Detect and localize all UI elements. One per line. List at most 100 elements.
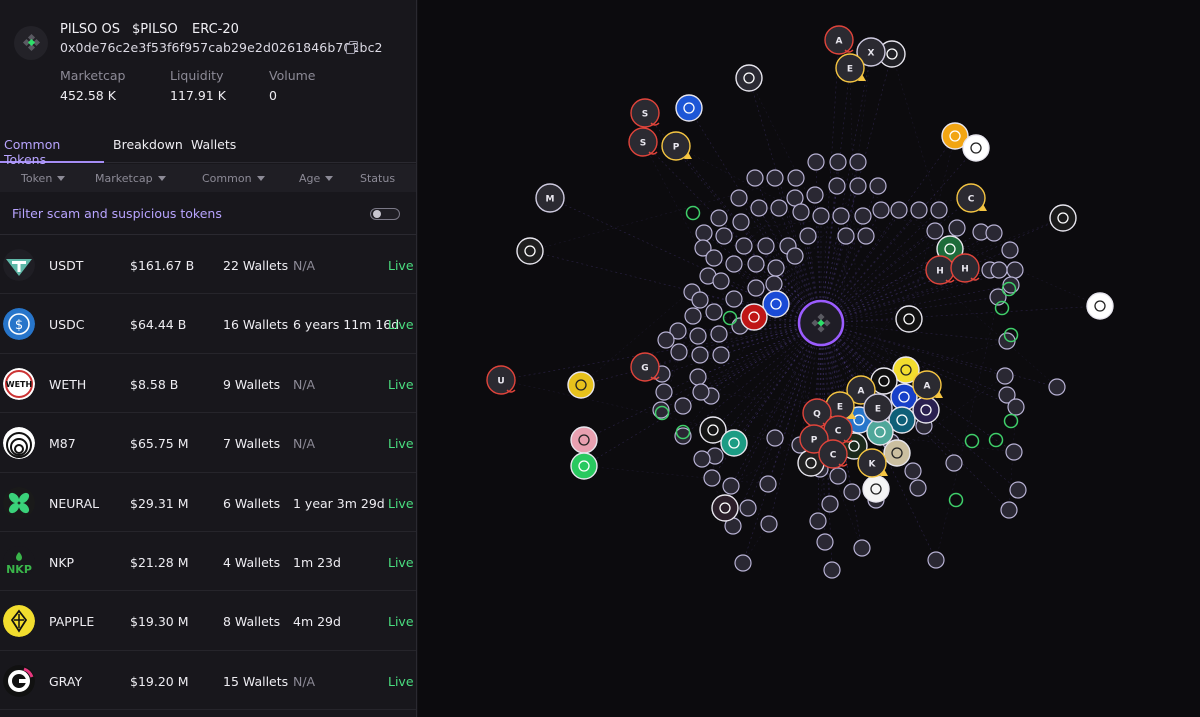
- token-node[interactable]: G: [630, 352, 660, 382]
- tab-wallets[interactable]: Wallets: [191, 130, 236, 163]
- wallet-bubble[interactable]: [674, 397, 692, 415]
- wallet-bubble[interactable]: [945, 454, 963, 472]
- wallet-bubble[interactable]: [821, 495, 839, 513]
- wallet-bubble[interactable]: [725, 255, 743, 273]
- stack-token-icon[interactable]: [711, 494, 739, 522]
- copy-icon[interactable]: [346, 41, 358, 54]
- wallet-bubble[interactable]: [670, 343, 688, 361]
- wallet-bubble[interactable]: [766, 169, 784, 187]
- token-node[interactable]: C: [818, 439, 848, 469]
- wallet-bubble[interactable]: [657, 331, 675, 349]
- token-address[interactable]: 0x0de76c2e3f53f6f957cab29e2d0261846b702b…: [60, 40, 383, 55]
- wallet-bubble[interactable]: [843, 483, 861, 501]
- wallet-bubble[interactable]: [703, 469, 721, 487]
- wallet-bubble[interactable]: [948, 219, 966, 237]
- chart-token-icon[interactable]: [895, 305, 923, 333]
- wallet-bubble[interactable]: [787, 169, 805, 187]
- wallet-bubble[interactable]: [710, 209, 728, 227]
- token-node[interactable]: H: [950, 253, 980, 283]
- spirit-token-icon[interactable]: [570, 452, 598, 480]
- usdt-node-icon[interactable]: [866, 418, 894, 446]
- wallet-bubble[interactable]: [747, 255, 765, 273]
- token-node[interactable]: S: [628, 127, 658, 157]
- wallet-bubble[interactable]: [1005, 443, 1023, 461]
- wallet-bubble[interactable]: [739, 499, 757, 517]
- wallet-bubble[interactable]: [1001, 241, 1019, 259]
- wallet-bubble[interactable]: [806, 186, 824, 204]
- wallet-bubble[interactable]: [910, 201, 928, 219]
- live-wallet-bubble[interactable]: [685, 205, 701, 221]
- cs-token-icon[interactable]: [516, 237, 544, 265]
- wallet-bubble[interactable]: [985, 224, 1003, 242]
- table-row[interactable]: NEURAL $29.31 M 6 Wallets 1 year 3m 29d Live: [0, 473, 416, 532]
- token-node[interactable]: P: [661, 131, 692, 161]
- wallet-bubble[interactable]: [750, 199, 768, 217]
- wallet-bubble[interactable]: [812, 207, 830, 225]
- scam-filter-toggle[interactable]: [370, 208, 400, 220]
- wallet-bubble[interactable]: [828, 177, 846, 195]
- table-row[interactable]: $ USDC $64.44 B 16 Wallets 6 years 11m 16d Li…: [0, 294, 416, 354]
- wallet-bubble[interactable]: [816, 533, 834, 551]
- live-wallet-bubble[interactable]: [964, 433, 980, 449]
- wallet-bubble[interactable]: [857, 227, 875, 245]
- wallet-bubble[interactable]: [746, 169, 764, 187]
- wallet-bubble[interactable]: [684, 307, 702, 325]
- butterfly-token-icon[interactable]: [912, 396, 940, 424]
- red-token-icon[interactable]: [740, 303, 768, 331]
- wallet-bubble[interactable]: [710, 325, 728, 343]
- wallet-bubble[interactable]: [722, 477, 740, 495]
- wallet-bubble[interactable]: [1006, 261, 1024, 279]
- wallet-bubble[interactable]: [695, 224, 713, 242]
- tab-common-tokens[interactable]: Common Tokens: [0, 130, 104, 167]
- token-node[interactable]: C: [956, 183, 987, 213]
- token-node[interactable]: U: [486, 365, 516, 395]
- flower-token-icon[interactable]: [570, 426, 598, 454]
- table-row[interactable]: M87 $65.75 M 7 Wallets N/A Live: [0, 413, 416, 473]
- wallet-bubble[interactable]: [770, 199, 788, 217]
- table-row[interactable]: NKP NKP $21.28 M 4 Wallets 1m 23d Live: [0, 532, 416, 592]
- wallet-bubble[interactable]: [766, 429, 784, 447]
- wallet-bubble[interactable]: [691, 346, 709, 364]
- token-node[interactable]: S: [630, 98, 660, 128]
- wallet-bubble[interactable]: [759, 475, 777, 493]
- table-row[interactable]: USDT $161.67 B 22 Wallets N/A Live: [0, 235, 416, 295]
- wallet-bubble[interactable]: [853, 539, 871, 557]
- wallet-bubble[interactable]: [927, 551, 945, 569]
- a-token-icon[interactable]: [862, 475, 890, 503]
- neural-node-icon[interactable]: [1049, 204, 1077, 232]
- wallet-bubble[interactable]: [689, 327, 707, 345]
- pilso-center-node[interactable]: [797, 299, 845, 347]
- wallet-bubble[interactable]: [693, 450, 711, 468]
- table-row[interactable]: GRAY $19.20 M 15 Wallets N/A Live: [0, 651, 416, 711]
- wallet-bubble[interactable]: [712, 346, 730, 364]
- wallet-bubble[interactable]: [930, 201, 948, 219]
- wallet-bubble[interactable]: [786, 247, 804, 265]
- wallet-bubble[interactable]: [926, 222, 944, 240]
- corn-token-icon[interactable]: [567, 371, 595, 399]
- wallet-bubble[interactable]: [849, 153, 867, 171]
- wallet-bubble[interactable]: [1007, 398, 1025, 416]
- checker-token-icon[interactable]: [720, 429, 748, 457]
- wallet-bubble[interactable]: [809, 512, 827, 530]
- wallet-bubble[interactable]: [829, 467, 847, 485]
- wallet-bubble[interactable]: [760, 515, 778, 533]
- wallet-bubble[interactable]: [725, 290, 743, 308]
- wallet-bubble[interactable]: [890, 201, 908, 219]
- wallet-bubble[interactable]: [996, 367, 1014, 385]
- token-node[interactable]: M: [535, 183, 565, 213]
- wallet-bubble[interactable]: [832, 207, 850, 225]
- tab-breakdown[interactable]: Breakdown: [113, 130, 183, 163]
- column-common[interactable]: Common: [202, 172, 265, 185]
- wallet-bubble[interactable]: [849, 177, 867, 195]
- wallet-bubble[interactable]: [692, 383, 710, 401]
- bracket-token-icon[interactable]: [883, 439, 911, 467]
- wallet-bubble[interactable]: [904, 462, 922, 480]
- wallet-bubble[interactable]: [854, 207, 872, 225]
- wallet-bubble[interactable]: [734, 554, 752, 572]
- wallet-bubble[interactable]: [1048, 378, 1066, 396]
- live-wallet-bubble[interactable]: [1003, 413, 1019, 429]
- token-node[interactable]: H: [925, 255, 955, 285]
- wallet-bubble[interactable]: [823, 561, 841, 579]
- wallet-bubble[interactable]: [872, 201, 890, 219]
- wallet-bubble[interactable]: [829, 153, 847, 171]
